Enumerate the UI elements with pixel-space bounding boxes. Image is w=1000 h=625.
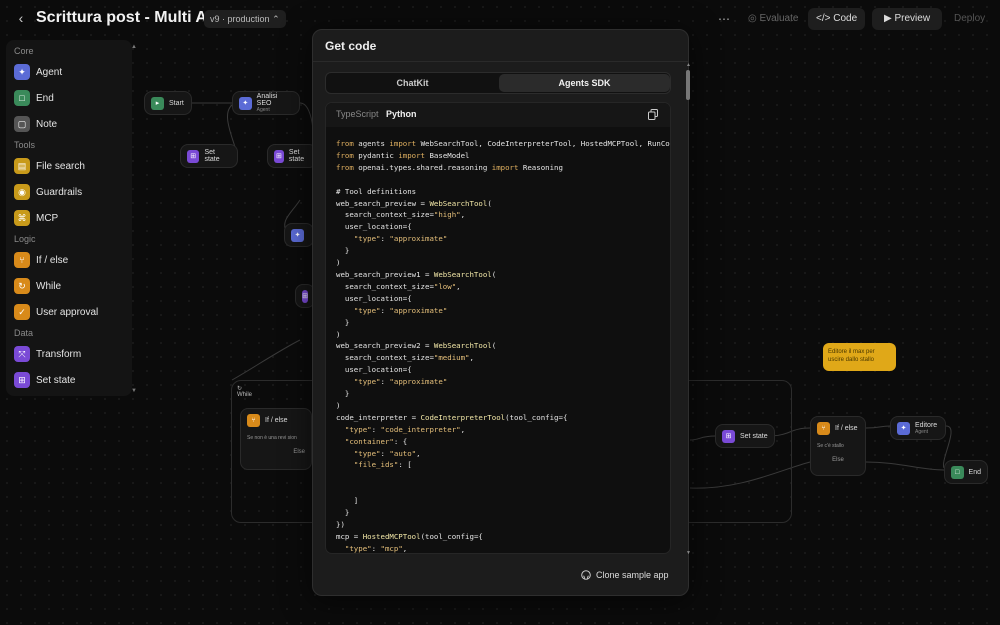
agent-icon: ✦ (897, 421, 910, 435)
node-if-else-1[interactable]: ⑂ If / else Se non è una revi sion Else (240, 408, 312, 470)
if-else-icon: ⑂ (817, 422, 830, 435)
set-state-icon: ⊞ (274, 149, 284, 163)
node-editore[interactable]: ✦ Editore Agent (890, 416, 946, 440)
node-header: ⑂ If / else (817, 422, 859, 435)
node-header: ⑂ If / else (247, 414, 305, 427)
modal-title: Get code (325, 39, 377, 53)
tab-chatkit[interactable]: ChatKit (327, 74, 498, 92)
set-state-icon: ⊞ (302, 289, 308, 303)
code-type-toggle: ChatKit Agents SDK (325, 72, 671, 94)
edge (231, 339, 301, 381)
get-code-modal: Get code ChatKit Agents SDK TypeScript P… (312, 29, 691, 596)
node-agent-3[interactable]: ✦ (284, 223, 314, 247)
node-set-state-2[interactable]: ⊞ Set state (267, 144, 317, 168)
if-else-icon: ⑂ (247, 414, 260, 427)
tab-typescript[interactable]: TypeScript (336, 109, 379, 119)
while-group-title: While (237, 392, 253, 398)
node-set-state-4[interactable]: ⊞ Set state (715, 424, 775, 448)
modal-scrollbar[interactable]: ▲ ▼ (686, 62, 691, 556)
end-icon: □ (951, 465, 964, 479)
edge (865, 461, 945, 471)
branch-condition: Se non è una revi sion (247, 435, 297, 441)
node-label: Editore (915, 421, 938, 429)
copy-icon[interactable] (648, 109, 658, 120)
workflow-canvas[interactable]: ‹ Scrittura post - Multi Agent v9 · prod… (0, 0, 1000, 625)
node-label: Set state (204, 149, 220, 163)
node-label: Set state (288, 149, 305, 163)
code-block[interactable]: from agents import WebSearchTool, CodeIn… (336, 138, 670, 553)
play-icon: ▸ (151, 96, 164, 110)
node-text: Analisi SEO Agent (257, 93, 293, 113)
node-analisi-seo[interactable]: ✦ Analisi SEO Agent (232, 91, 300, 115)
node-label: End (968, 468, 981, 476)
node-if-else-2[interactable]: ⑂ If / else Se c'è stallo Else (810, 416, 866, 476)
branch-condition: Se c'è stallo (817, 443, 844, 449)
node-label: Analisi SEO (256, 93, 278, 107)
clone-label: Clone sample app (596, 570, 669, 580)
code-panel: TypeScript Python from agents import Web… (325, 102, 671, 554)
node-set-state-1[interactable]: ⊞ Set state (180, 144, 238, 168)
set-state-icon: ⊞ (187, 149, 200, 163)
node-sublabel: Agent (256, 107, 270, 113)
node-text: Editore Agent (915, 422, 937, 435)
node-sublabel: Agent (915, 428, 929, 435)
github-icon (581, 570, 591, 580)
language-bar: TypeScript Python (326, 103, 670, 127)
branch-else: Else (832, 457, 844, 463)
node-end[interactable]: □ End (944, 460, 988, 484)
tab-python[interactable]: Python (386, 109, 417, 119)
edge (865, 425, 891, 429)
agent-icon: ✦ (239, 96, 252, 110)
node-label: If / else (265, 417, 288, 424)
node-start[interactable]: ▸ Start (144, 91, 192, 115)
while-group-label: ↻ While (237, 385, 252, 398)
set-state-icon: ⊞ (722, 429, 735, 443)
agent-icon: ✦ (291, 228, 304, 242)
clone-sample-app-link[interactable]: Clone sample app (581, 570, 669, 580)
branch-else: Else (293, 449, 305, 455)
node-label: Start (169, 99, 184, 107)
scroll-down-icon[interactable]: ▼ (686, 550, 691, 556)
sticky-note[interactable]: Editore il max per uscire dallo stallo (823, 343, 896, 371)
scroll-up-icon[interactable]: ▲ (686, 62, 691, 68)
tab-agents-sdk[interactable]: Agents SDK (499, 74, 670, 92)
node-label: If / else (835, 425, 858, 432)
divider (313, 61, 688, 62)
scroll-thumb[interactable] (686, 70, 690, 100)
node-label: Set state (740, 432, 768, 440)
